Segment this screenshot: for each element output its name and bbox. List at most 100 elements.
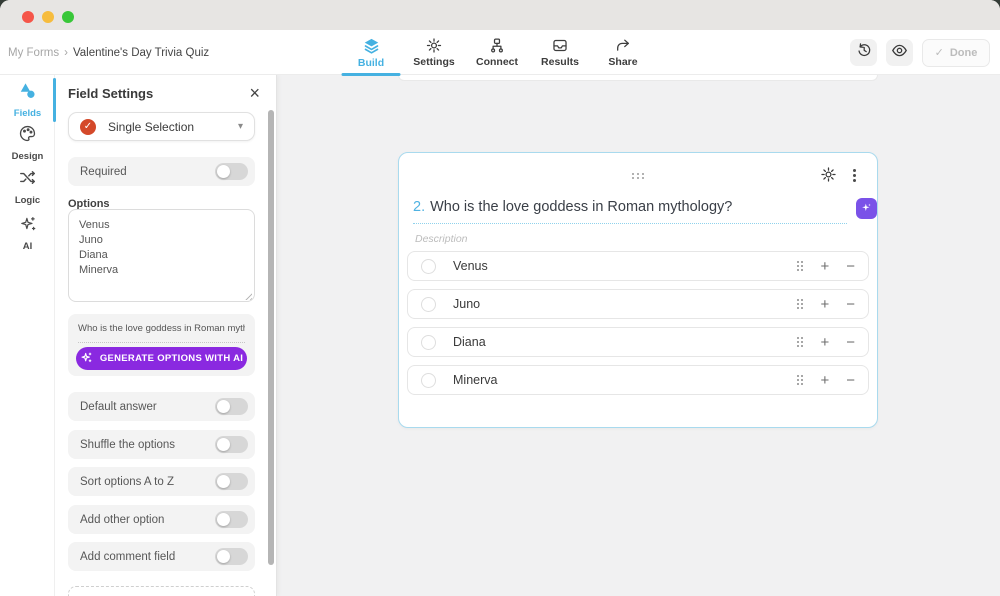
badge-check: ✓	[83, 121, 93, 132]
option-drag-handle-icon[interactable]	[797, 299, 800, 301]
traffic-lights	[22, 11, 74, 23]
revision-history-button[interactable]	[850, 39, 877, 66]
ai-sparkle-icon	[19, 215, 37, 238]
gear-icon	[426, 37, 443, 54]
question-gear-icon[interactable]	[820, 166, 837, 188]
default-answer-row: Default answer	[68, 392, 255, 421]
ai-assistant-chip-button[interactable]	[856, 198, 877, 219]
zoom-window-button[interactable]	[62, 11, 74, 23]
option-row-diana[interactable]: Diana + −	[407, 327, 869, 357]
field-settings-panel: Field Settings × ✓ Single Selection ▾ Re…	[55, 75, 277, 596]
breadcrumb-my-forms[interactable]: My Forms	[8, 47, 59, 59]
add-other-option-toggle[interactable]	[215, 511, 248, 528]
sidebar-item-fields[interactable]: Fields	[0, 78, 56, 122]
add-option-icon[interactable]: +	[820, 335, 829, 350]
radio-icon[interactable]	[421, 334, 436, 350]
tab-connect[interactable]: Connect	[466, 30, 529, 75]
option-row-venus[interactable]: Venus + −	[407, 251, 869, 281]
remove-option-icon[interactable]: −	[846, 373, 855, 388]
field-type-select[interactable]: ✓ Single Selection ▾	[68, 112, 255, 141]
generate-options-with-ai-button[interactable]: GENERATE OPTIONS WITH AI	[76, 347, 247, 370]
sparkle-icon	[861, 200, 872, 218]
option-label[interactable]: Venus	[453, 259, 488, 273]
option-label[interactable]: Diana	[453, 335, 486, 349]
nav-tabs: Build Settings Connect Results Share	[340, 30, 655, 76]
option-label[interactable]: Minerva	[453, 373, 497, 387]
add-option-icon[interactable]: +	[820, 373, 829, 388]
options-textarea[interactable]: Venus Juno Diana Minerva	[68, 209, 255, 302]
remove-option-icon[interactable]: −	[846, 297, 855, 312]
results-inbox-icon	[552, 37, 569, 54]
option-row-minerva[interactable]: Minerva + −	[407, 365, 869, 395]
field-type-value: Single Selection	[108, 119, 195, 134]
option-drag-handle-icon[interactable]	[797, 375, 800, 377]
sidebar-item-ai[interactable]: AI	[0, 214, 55, 252]
minimize-window-button[interactable]	[42, 11, 54, 23]
remove-option-icon[interactable]: −	[846, 335, 855, 350]
done-button[interactable]: ✓ Done	[922, 38, 990, 67]
preview-form-button[interactable]	[886, 39, 913, 66]
header: My Forms › Valentine's Day Trivia Quiz B…	[0, 30, 1000, 76]
radio-icon[interactable]	[421, 372, 436, 388]
add-option-icon[interactable]: +	[820, 259, 829, 274]
titlebar	[0, 0, 1000, 30]
shuffle-options-row: Shuffle the options	[68, 430, 255, 459]
shuffle-options-toggle[interactable]	[215, 436, 248, 453]
breadcrumb-form-title: Valentine's Day Trivia Quiz	[72, 46, 210, 59]
add-option-icon[interactable]: +	[820, 297, 829, 312]
option-label[interactable]: Juno	[453, 297, 480, 311]
tab-share[interactable]: Share	[592, 30, 655, 75]
sparkle-icon	[80, 351, 93, 367]
ai-suggestion-card: Who is the love goddess in Roman mytholo…	[68, 314, 255, 376]
question-card[interactable]: 2. Who is the love goddess in Roman mytho…	[398, 152, 878, 428]
tab-settings-label: Settings	[413, 56, 455, 68]
option-drag-handle-icon[interactable]	[797, 261, 800, 263]
toggle-row-label: Sort options A to Z	[80, 475, 174, 488]
sidebar-item-label: Fields	[13, 108, 42, 119]
radio-icon[interactable]	[421, 258, 436, 274]
sort-options-row: Sort options A to Z	[68, 467, 255, 496]
remove-option-icon[interactable]: −	[846, 259, 855, 274]
option-drag-handle-icon[interactable]	[797, 337, 800, 339]
single-selection-icon: ✓	[80, 118, 96, 135]
tab-results-label: Results	[541, 56, 579, 68]
close-icon[interactable]: ×	[245, 80, 264, 106]
build-layers-icon	[362, 37, 380, 55]
required-row: Required	[68, 157, 255, 186]
default-answer-toggle[interactable]	[215, 398, 248, 415]
breadcrumb: My Forms › Valentine's Day Trivia Quiz	[8, 30, 209, 75]
question-text[interactable]: Who is the love goddess in Roman mytholo…	[430, 199, 732, 215]
question-number: 2.	[413, 199, 426, 215]
add-other-option-row: Add other option	[68, 505, 255, 534]
sidebar-item-logic[interactable]: Logic	[0, 168, 55, 206]
palette-icon	[18, 124, 37, 148]
previous-question-card-partial[interactable]	[398, 75, 878, 81]
description-placeholder[interactable]: Description	[415, 233, 468, 245]
required-toggle[interactable]	[215, 163, 248, 180]
toggle-row-label: Add other option	[80, 513, 165, 526]
header-actions: ✓ Done	[850, 30, 990, 75]
drag-handle-icon[interactable]	[628, 169, 648, 183]
form-canvas: 2. Who is the love goddess in Roman mytho…	[277, 75, 1000, 596]
question-kebab-menu-icon[interactable]	[849, 167, 860, 184]
sidebar-item-label: Design	[11, 151, 44, 162]
sidebar-item-label: AI	[22, 240, 33, 252]
generate-button-label: GENERATE OPTIONS WITH AI	[99, 353, 244, 364]
panel-title: Field Settings	[68, 86, 154, 101]
radio-icon[interactable]	[421, 296, 436, 312]
question-row[interactable]: 2. Who is the love goddess in Roman mytho…	[413, 199, 847, 224]
add-comment-field-row: Add comment field	[68, 542, 255, 571]
option-row-juno[interactable]: Juno + −	[407, 289, 869, 319]
connect-integrations-icon	[489, 37, 506, 54]
tab-settings[interactable]: Settings	[403, 30, 466, 75]
shuffle-icon	[18, 168, 37, 192]
close-window-button[interactable]	[22, 11, 34, 23]
sort-options-toggle[interactable]	[215, 473, 248, 490]
tab-connect-label: Connect	[476, 56, 518, 68]
tab-build[interactable]: Build	[340, 30, 403, 76]
tab-results[interactable]: Results	[529, 30, 592, 75]
sidebar-item-design[interactable]: Design	[0, 124, 55, 162]
panel-scrollbar[interactable]	[268, 110, 274, 565]
eye-icon	[891, 42, 908, 64]
add-comment-field-toggle[interactable]	[215, 548, 248, 565]
